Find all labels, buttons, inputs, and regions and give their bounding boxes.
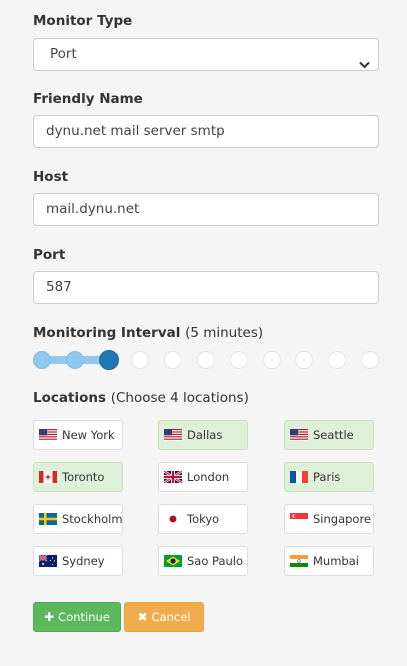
location-label: Sydney bbox=[62, 554, 105, 568]
india-flag-icon bbox=[290, 555, 308, 567]
locations-note: (Choose 4 locations) bbox=[110, 390, 249, 406]
friendly-name-input[interactable]: dynu.net mail server smtp bbox=[33, 115, 379, 148]
monitoring-interval-label: Monitoring Interval (5 minutes) bbox=[33, 325, 263, 341]
brazil-flag-icon bbox=[164, 555, 182, 567]
slider-step[interactable] bbox=[164, 351, 183, 369]
location-tokyo[interactable]: Tokyo bbox=[158, 504, 248, 534]
us-flag-icon bbox=[164, 429, 182, 441]
location-label: Paris bbox=[313, 470, 341, 484]
location-singapore[interactable]: Singapore bbox=[284, 504, 374, 534]
slider-step[interactable] bbox=[295, 351, 314, 369]
monitoring-interval-note: (5 minutes) bbox=[185, 325, 264, 341]
location-sao-paulo[interactable]: Sao Paulo bbox=[158, 546, 248, 576]
locations-label: Locations (Choose 4 locations) bbox=[33, 390, 249, 406]
friendly-name-label: Friendly Name bbox=[33, 91, 143, 107]
location-label: New York bbox=[62, 428, 115, 442]
location-new-york[interactable]: New York bbox=[33, 420, 123, 450]
slider-step[interactable] bbox=[229, 351, 248, 369]
slider-step[interactable] bbox=[197, 351, 215, 369]
location-label: London bbox=[187, 470, 230, 484]
canada-flag-icon bbox=[39, 471, 57, 483]
location-toronto[interactable]: Toronto bbox=[33, 462, 123, 492]
cancel-button[interactable]: ✖ Cancel bbox=[124, 602, 204, 632]
close-icon: ✖ bbox=[137, 610, 148, 624]
host-input[interactable]: mail.dynu.net bbox=[33, 193, 379, 226]
port-label: Port bbox=[33, 247, 66, 263]
plus-icon: ✚ bbox=[44, 610, 55, 624]
location-label: Tokyo bbox=[187, 512, 220, 526]
australia-flag-icon bbox=[39, 555, 57, 567]
location-label: Toronto bbox=[62, 470, 105, 484]
cancel-label: Cancel bbox=[151, 610, 191, 624]
slider-handle[interactable] bbox=[98, 350, 119, 370]
continue-button[interactable]: ✚ Continue bbox=[33, 602, 121, 632]
monitor-type-label: Monitor Type bbox=[33, 13, 133, 29]
slider-step[interactable] bbox=[65, 351, 84, 369]
location-label: Singapore bbox=[313, 512, 372, 526]
france-flag-icon bbox=[290, 471, 308, 483]
continue-label: Continue bbox=[58, 610, 110, 624]
host-label: Host bbox=[33, 169, 69, 185]
slider-step[interactable] bbox=[33, 351, 51, 369]
location-label: Sao Paulo bbox=[187, 554, 244, 568]
slider-step[interactable] bbox=[361, 351, 379, 369]
location-london[interactable]: London bbox=[158, 462, 248, 492]
japan-flag-icon bbox=[164, 513, 182, 525]
chevron-down-icon bbox=[359, 50, 370, 81]
sweden-flag-icon bbox=[39, 513, 57, 525]
monitoring-interval-title: Monitoring Interval bbox=[33, 325, 181, 341]
location-dallas[interactable]: Dallas bbox=[158, 420, 248, 450]
location-label: Seattle bbox=[313, 428, 354, 442]
location-sydney[interactable]: Sydney bbox=[33, 546, 123, 576]
monitor-type-value: Port bbox=[50, 46, 77, 62]
us-flag-icon bbox=[39, 429, 57, 441]
monitor-type-select[interactable]: Port bbox=[33, 38, 379, 71]
location-label: Dallas bbox=[187, 428, 223, 442]
uk-flag-icon bbox=[164, 471, 182, 483]
location-mumbai[interactable]: Mumbai bbox=[284, 546, 374, 576]
slider-step[interactable] bbox=[262, 351, 281, 369]
location-label: Stockholm bbox=[62, 512, 123, 526]
add-monitor-form: Monitor Type Port Friendly Name dynu.net… bbox=[0, 0, 407, 666]
slider-step[interactable] bbox=[131, 351, 150, 369]
location-label: Mumbai bbox=[313, 554, 359, 568]
singapore-flag-icon bbox=[290, 513, 308, 525]
location-paris[interactable]: Paris bbox=[284, 462, 374, 492]
slider-step[interactable] bbox=[328, 351, 347, 369]
interval-slider[interactable] bbox=[33, 348, 381, 372]
location-stockholm[interactable]: Stockholm bbox=[33, 504, 123, 534]
us-flag-icon bbox=[290, 429, 308, 441]
port-input[interactable]: 587 bbox=[33, 271, 379, 304]
location-seattle[interactable]: Seattle bbox=[284, 420, 374, 450]
locations-title: Locations bbox=[33, 390, 106, 406]
